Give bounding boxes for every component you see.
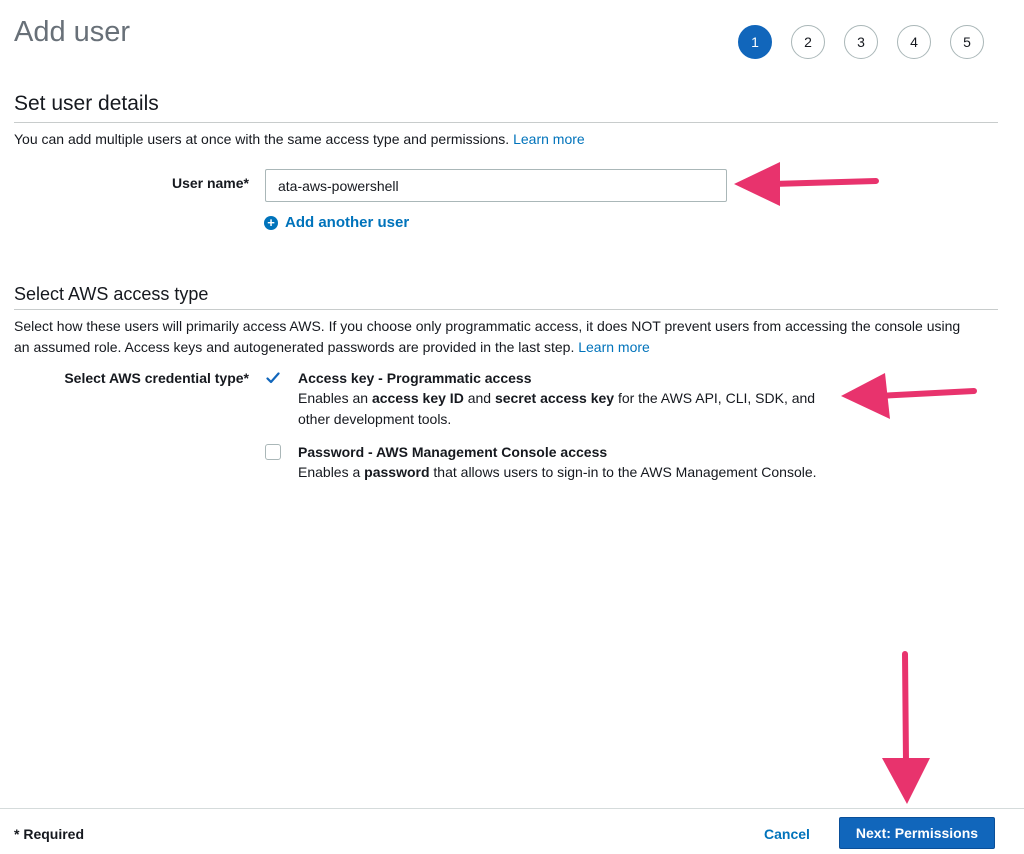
access-key-title: Access key - Programmatic access xyxy=(298,370,532,386)
step-2[interactable]: 2 xyxy=(791,25,825,59)
user-details-heading: Set user details xyxy=(14,92,159,115)
arrow-annotation-icon xyxy=(841,373,977,419)
desc-bold: access key ID xyxy=(371,390,464,406)
required-note: * Required xyxy=(14,826,85,842)
learn-more-link[interactable]: Learn more xyxy=(578,339,650,355)
access-type-description-line2: an assumed role. Access keys and autogen… xyxy=(14,339,575,355)
access-type-description: Select how these users will primarily ac… xyxy=(14,316,1014,358)
desc-bold: secret access key xyxy=(494,390,615,406)
page-title: Add user xyxy=(14,16,131,48)
checkmark-icon xyxy=(266,372,280,384)
step-1[interactable]: 1 xyxy=(738,25,772,59)
desc-text: Enables a xyxy=(298,464,365,480)
step-3[interactable]: 3 xyxy=(844,25,878,59)
learn-more-link[interactable]: Learn more xyxy=(513,131,585,147)
add-another-user-label: Add another user xyxy=(285,214,410,231)
desc-text: that allows users to sign-in to the AWS … xyxy=(429,464,817,480)
password-title: Password - AWS Management Console access xyxy=(298,444,608,460)
arrow-annotation-icon xyxy=(882,651,930,804)
cancel-button[interactable]: Cancel xyxy=(764,826,810,842)
password-option: Password - AWS Management Console access… xyxy=(298,444,898,483)
user-name-input[interactable] xyxy=(265,169,727,202)
add-another-user-button[interactable]: + Add another user xyxy=(264,214,409,231)
password-checkbox[interactable] xyxy=(265,444,281,460)
password-description: Enables a password that allows users to … xyxy=(298,462,898,483)
step-4[interactable]: 4 xyxy=(897,25,931,59)
user-details-description: You can add multiple users at once with … xyxy=(14,129,585,150)
footer-divider xyxy=(0,808,1024,809)
user-details-description-text: You can add multiple users at once with … xyxy=(14,131,510,147)
wizard-steps: 1 2 3 4 5 xyxy=(738,25,984,59)
plus-circle-icon: + xyxy=(264,215,278,230)
desc-text: other development tools. xyxy=(298,411,452,427)
user-name-label: User name* xyxy=(171,175,249,191)
access-type-heading: Select AWS access type xyxy=(14,284,209,304)
divider xyxy=(14,122,998,123)
next-permissions-button[interactable]: Next: Permissions xyxy=(839,817,995,849)
desc-text: and xyxy=(463,390,495,406)
access-key-checkbox[interactable] xyxy=(265,370,281,386)
desc-bold: password xyxy=(364,464,430,480)
divider xyxy=(14,309,998,310)
arrow-annotation-icon xyxy=(734,162,879,206)
access-key-option: Access key - Programmatic access Enables… xyxy=(298,370,858,430)
access-key-description: Enables an access key ID and secret acce… xyxy=(298,388,858,430)
access-type-description-line1: Select how these users will primarily ac… xyxy=(14,318,961,334)
step-5[interactable]: 5 xyxy=(950,25,984,59)
desc-text: for the AWS API, CLI, SDK, and xyxy=(614,390,816,406)
credential-type-label: Select AWS credential type* xyxy=(64,370,249,386)
desc-text: Enables an xyxy=(298,390,372,406)
